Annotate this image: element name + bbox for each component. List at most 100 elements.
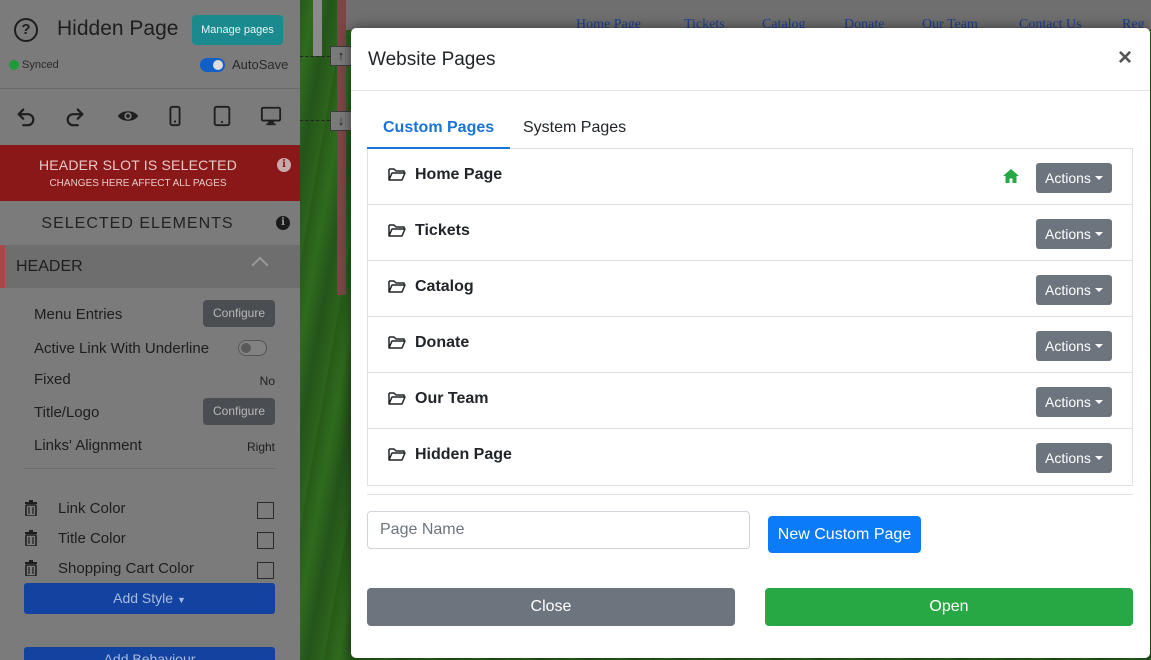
arrow-down-icon[interactable]: ↓ xyxy=(330,111,352,131)
actions-dropdown-button[interactable]: Actions xyxy=(1036,443,1112,473)
tab-custom-pages[interactable]: Custom Pages xyxy=(367,114,511,149)
actions-label: Actions xyxy=(1045,338,1091,354)
preview-navbar: Home Page Tickets Catalog Donate Our Tea… xyxy=(346,0,1151,32)
folder-open-icon xyxy=(388,447,406,461)
sync-status: Synced xyxy=(22,59,59,71)
page-row[interactable]: Tickets Actions xyxy=(368,205,1132,261)
modal-header: Website Pages × xyxy=(351,28,1150,91)
slot-boundary-line xyxy=(300,56,330,57)
close-button[interactable]: Close xyxy=(367,588,735,626)
slot-boundary-line xyxy=(300,120,330,121)
link-color-swatch[interactable] xyxy=(257,502,274,519)
actions-dropdown-button[interactable]: Actions xyxy=(1036,387,1112,417)
editor-header: ? Hidden Page Manage pages Synced AutoSa… xyxy=(0,0,300,82)
actions-label: Actions xyxy=(1045,394,1091,410)
divider xyxy=(367,494,1133,495)
editor-toolbar xyxy=(0,88,300,144)
info-icon[interactable]: i xyxy=(277,158,291,172)
caret-down-icon: ▼ xyxy=(176,595,186,605)
page-title: Hidden Page xyxy=(57,17,179,40)
actions-label: Actions xyxy=(1045,226,1091,242)
active-link-underline-label: Active Link With Underline xyxy=(34,340,210,357)
page-row[interactable]: Hidden Page Actions xyxy=(368,429,1132,485)
mobile-icon[interactable] xyxy=(163,105,187,129)
active-link-underline-toggle[interactable] xyxy=(238,340,267,356)
fixed-value[interactable]: No xyxy=(260,374,275,388)
caret-down-icon xyxy=(1095,344,1103,348)
page-name[interactable]: Donate xyxy=(415,334,469,352)
actions-dropdown-button[interactable]: Actions xyxy=(1036,219,1112,249)
desktop-icon[interactable] xyxy=(259,105,283,129)
caret-down-icon xyxy=(1095,176,1103,180)
actions-label: Actions xyxy=(1045,170,1091,186)
selected-elements-title: SELECTED ELEMENTS xyxy=(41,215,234,232)
home-icon xyxy=(1002,168,1020,184)
add-behaviour-button[interactable]: Add Behaviour xyxy=(24,647,275,660)
autosave-label: AutoSave xyxy=(232,57,289,72)
preview-strip xyxy=(313,0,322,56)
menu-entries-label: Menu Entries xyxy=(34,306,123,323)
links-alignment-value[interactable]: Right xyxy=(247,440,275,454)
page-row[interactable]: Home Page Actions xyxy=(368,149,1132,205)
page-row[interactable]: Catalog Actions xyxy=(368,261,1132,317)
undo-icon[interactable] xyxy=(14,105,38,129)
page-name[interactable]: Tickets xyxy=(415,222,470,240)
sync-status-dot xyxy=(9,60,19,70)
title-color-swatch[interactable] xyxy=(257,532,274,549)
close-icon[interactable]: × xyxy=(1118,45,1132,71)
shopping-cart-color-label: Shopping Cart Color xyxy=(58,560,194,577)
add-style-label: Add Style xyxy=(113,590,174,606)
actions-dropdown-button[interactable]: Actions xyxy=(1036,331,1112,361)
folder-open-icon xyxy=(388,167,406,181)
tab-system-pages[interactable]: System Pages xyxy=(507,114,642,149)
page-name[interactable]: Our Team xyxy=(415,390,489,408)
actions-dropdown-button[interactable]: Actions xyxy=(1036,163,1112,193)
page-name[interactable]: Home Page xyxy=(415,166,502,184)
page-name-input[interactable] xyxy=(367,511,750,549)
menu-entries-configure-button[interactable]: Configure xyxy=(203,300,275,327)
page-row[interactable]: Donate Actions xyxy=(368,317,1132,373)
info-icon[interactable]: i xyxy=(276,216,290,230)
shopping-cart-color-swatch[interactable] xyxy=(257,562,274,579)
caret-down-icon xyxy=(1095,400,1103,404)
page-row[interactable]: Our Team Actions xyxy=(368,373,1132,429)
trash-icon[interactable] xyxy=(24,530,38,546)
editor-sidebar: ? Hidden Page Manage pages Synced AutoSa… xyxy=(0,0,300,660)
actions-dropdown-button[interactable]: Actions xyxy=(1036,275,1112,305)
open-button[interactable]: Open xyxy=(765,588,1133,626)
new-custom-page-button[interactable]: New Custom Page xyxy=(768,516,921,553)
page-tabs: Custom Pages System Pages xyxy=(367,114,1133,149)
folder-open-icon xyxy=(388,391,406,405)
page-name[interactable]: Hidden Page xyxy=(415,446,512,464)
actions-label: Actions xyxy=(1045,450,1091,466)
help-icon[interactable]: ? xyxy=(14,18,38,42)
folder-open-icon xyxy=(388,279,406,293)
actions-label: Actions xyxy=(1045,282,1091,298)
redo-icon[interactable] xyxy=(63,105,87,129)
trash-icon[interactable] xyxy=(24,500,38,516)
modal-title: Website Pages xyxy=(368,49,496,70)
page-list: Home Page Actions Tickets Actions Catalog Act… xyxy=(367,149,1133,486)
header-slot-title: HEADER SLOT IS SELECTED xyxy=(38,157,238,173)
manage-pages-button[interactable]: Manage pages xyxy=(192,15,283,45)
folder-open-icon xyxy=(388,335,406,349)
autosave-toggle[interactable] xyxy=(200,58,225,72)
title-logo-configure-button[interactable]: Configure xyxy=(203,398,275,425)
header-slot-subtitle: CHANGES HERE AFFECT ALL PAGES xyxy=(49,178,227,189)
folder-open-icon xyxy=(388,223,406,237)
caret-down-icon xyxy=(1095,288,1103,292)
link-color-label: Link Color xyxy=(58,500,126,517)
title-color-label: Title Color xyxy=(58,530,126,547)
website-pages-modal: Website Pages × Custom Pages System Page… xyxy=(351,28,1150,658)
divider xyxy=(24,468,275,469)
header-slot-notice: HEADER SLOT IS SELECTED CHANGES HERE AFF… xyxy=(0,145,300,201)
tablet-icon[interactable] xyxy=(210,105,234,129)
trash-icon[interactable] xyxy=(24,560,38,576)
add-style-button[interactable]: Add Style ▼ xyxy=(24,583,275,614)
arrow-up-icon[interactable]: ↑ xyxy=(330,46,352,66)
page-name[interactable]: Catalog xyxy=(415,278,474,296)
preview-eye-icon[interactable] xyxy=(116,105,140,129)
fixed-label: Fixed xyxy=(34,371,71,388)
preview-strip xyxy=(337,0,346,295)
header-section-toggle[interactable]: HEADER xyxy=(0,245,300,288)
